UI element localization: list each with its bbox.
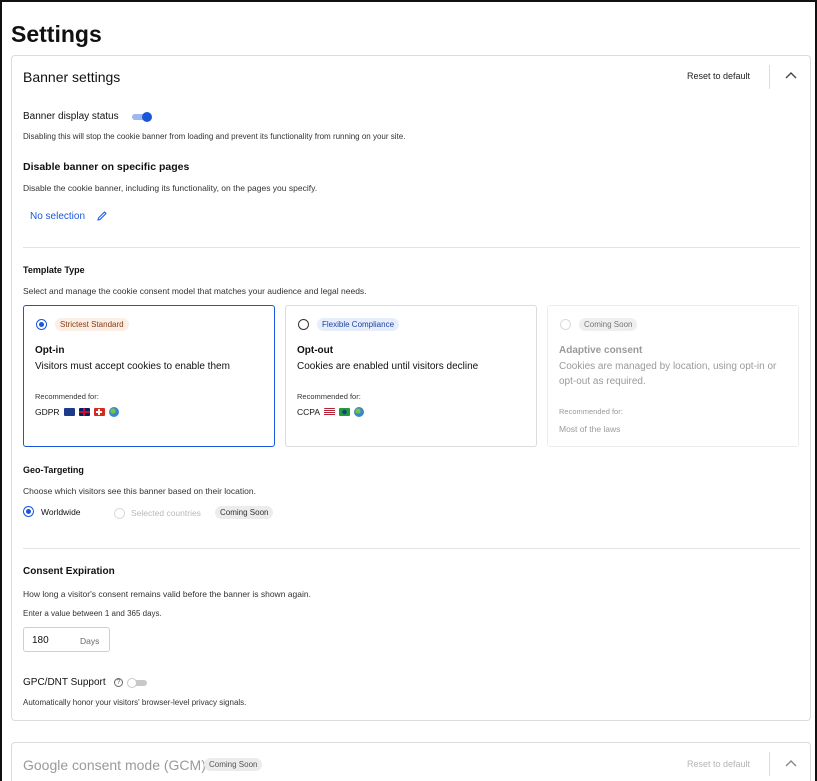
template-type-label: Template Type [23, 265, 85, 275]
opt-out-recommended-label: Recommended for: [297, 392, 361, 401]
law-name: CCPA [297, 407, 320, 417]
template-type-description: Select and manage the cookie consent mod… [23, 286, 367, 296]
adaptive-title: Adaptive consent [559, 345, 643, 356]
consent-expiration-description: How long a visitor's consent remains val… [23, 589, 311, 599]
opt-in-title: Opt-in [35, 345, 65, 356]
consent-expiration-unit: Days [80, 636, 100, 646]
opt-in-radio[interactable] [36, 319, 47, 330]
banner-display-toggle[interactable] [132, 112, 152, 122]
opt-out-title: Opt-out [297, 345, 334, 356]
gpc-dnt-toggle[interactable] [127, 678, 147, 688]
consent-expiration-label: Consent Expiration [23, 566, 115, 577]
worldwide-radio[interactable] [23, 506, 34, 517]
adaptive-recommended-label: Recommended for: [559, 407, 623, 416]
coming-soon-badge: Coming Soon [579, 318, 638, 331]
opt-out-radio[interactable] [298, 319, 309, 330]
header-divider [769, 752, 770, 776]
opt-in-description: Visitors must accept cookies to enable t… [35, 361, 230, 372]
adaptive-radio [560, 319, 571, 330]
banner-display-description: Disabling this will stop the cookie bann… [23, 132, 406, 141]
template-card-opt-out[interactable]: Flexible Compliance Opt-out Cookies are … [285, 305, 537, 447]
template-card-opt-in[interactable]: Strictest Standard Opt-in Visitors must … [23, 305, 275, 447]
gcm-reset-to-default-button: Reset to default [687, 759, 751, 769]
globe-icon [354, 407, 364, 417]
gpc-dnt-description: Automatically honor your visitors' brows… [23, 698, 247, 707]
disable-pages-label: Disable banner on specific pages [23, 161, 190, 173]
uk-flag-icon [78, 408, 90, 416]
selected-countries-label: Selected countries [131, 508, 201, 518]
coming-soon-badge: Coming Soon [204, 758, 263, 771]
eu-flag-icon [63, 408, 75, 416]
brazil-flag-icon [339, 408, 350, 416]
consent-expiration-value[interactable]: 180 [32, 635, 49, 646]
chevron-up-icon[interactable] [784, 69, 798, 83]
gcm-card: Google consent mode (GCM) Coming Soon Re… [11, 742, 811, 781]
opt-out-description: Cookies are enabled until visitors decli… [297, 361, 479, 372]
reset-to-default-button[interactable]: Reset to default [687, 71, 750, 81]
us-flag-icon [324, 408, 335, 416]
flexible-compliance-badge: Flexible Compliance [317, 318, 400, 331]
opt-in-laws: GDPR [35, 407, 119, 417]
coming-soon-badge: Coming Soon [215, 506, 274, 519]
section-divider [23, 247, 800, 248]
banner-settings-title: Banner settings [23, 69, 121, 85]
gcm-title: Google consent mode (GCM) [23, 757, 206, 773]
help-icon[interactable]: ? [114, 678, 123, 687]
banner-display-status-label: Banner display status [23, 111, 119, 122]
consent-expiration-hint: Enter a value between 1 and 365 days. [23, 609, 162, 618]
strictest-standard-badge: Strictest Standard [55, 318, 129, 331]
selected-countries-radio [114, 508, 125, 519]
header-divider [769, 65, 770, 89]
opt-in-recommended-label: Recommended for: [35, 392, 99, 401]
adaptive-laws: Most of the laws [559, 424, 621, 434]
page-title: Settings [11, 21, 102, 47]
banner-settings-card: Banner settings Reset to default Banner … [11, 55, 811, 721]
section-divider [23, 548, 800, 549]
chevron-up-icon[interactable] [784, 757, 798, 771]
no-selection-link[interactable]: No selection [30, 211, 85, 222]
globe-icon [108, 407, 119, 417]
adaptive-description: Cookies are managed by location, using o… [559, 361, 777, 387]
template-card-adaptive: Coming Soon Adaptive consent Cookies are… [547, 305, 799, 447]
disable-pages-description: Disable the cookie banner, including its… [23, 183, 318, 193]
gpc-dnt-label: GPC/DNT Support [23, 677, 106, 688]
opt-out-laws: CCPA [297, 407, 364, 417]
geo-targeting-description: Choose which visitors see this banner ba… [23, 486, 256, 496]
worldwide-label[interactable]: Worldwide [41, 507, 81, 517]
pencil-icon[interactable] [96, 210, 108, 222]
geo-targeting-label: Geo-Targeting [23, 465, 84, 475]
law-name: GDPR [35, 407, 60, 417]
consent-expiration-input[interactable]: 180 Days [23, 627, 110, 652]
swiss-flag-icon [93, 408, 105, 416]
